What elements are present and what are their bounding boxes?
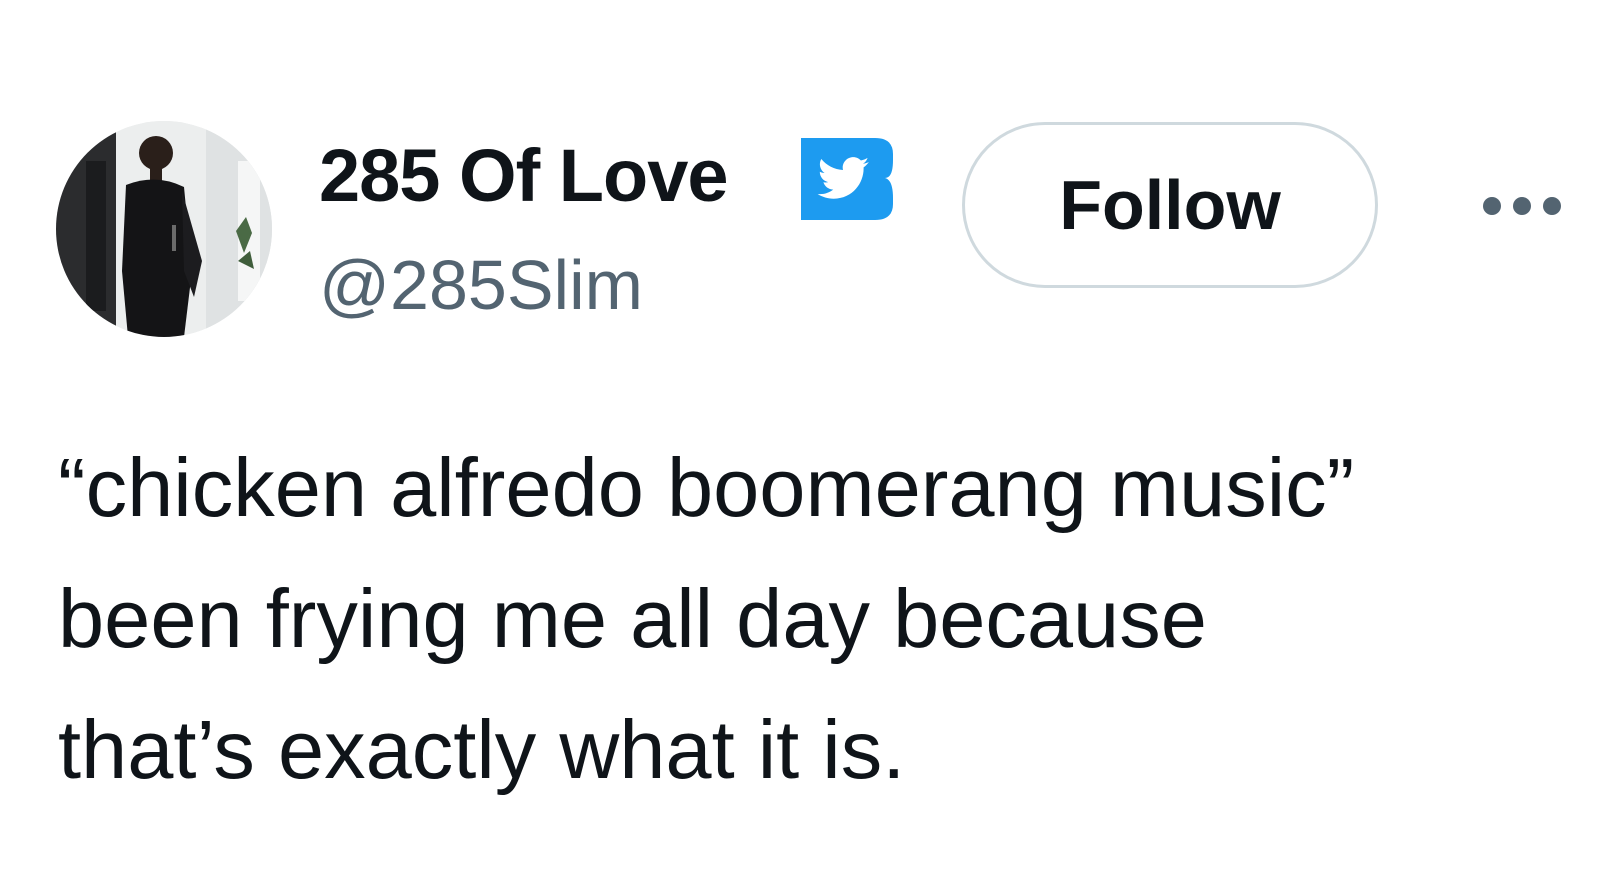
tweet-text-line: been frying me all day because xyxy=(58,572,1207,665)
follow-button[interactable]: Follow xyxy=(962,122,1378,288)
tweet-text: “chicken alfredo boomerang music” been f… xyxy=(58,422,1578,815)
more-dots-icon xyxy=(1483,197,1561,215)
tweet-text-line: that’s exactly what it is. xyxy=(58,703,906,796)
avatar-photo xyxy=(56,121,272,337)
display-name[interactable]: 285 Of Love xyxy=(319,134,729,218)
more-options-button[interactable] xyxy=(1476,186,1568,226)
avatar[interactable] xyxy=(56,121,272,337)
author-handle[interactable]: @285Slim xyxy=(319,245,643,325)
tweet-text-line: “chicken alfredo boomerang music” xyxy=(58,441,1355,534)
verified-badge-icon[interactable] xyxy=(801,138,893,220)
